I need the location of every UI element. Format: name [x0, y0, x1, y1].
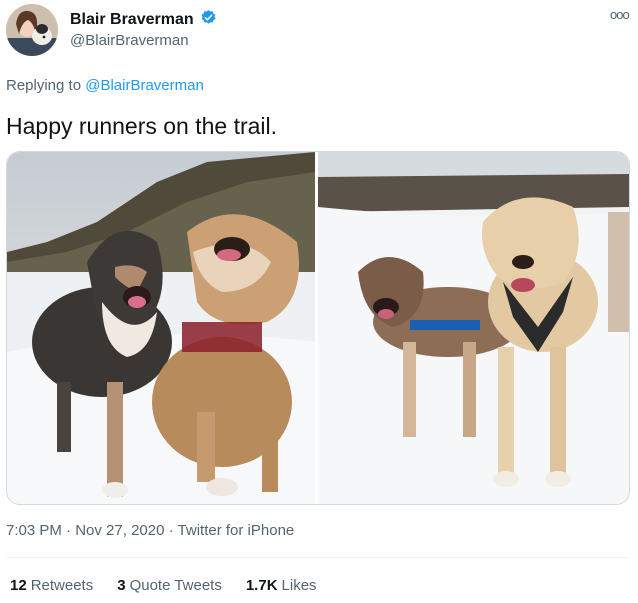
- likes-stat[interactable]: 1.7K Likes: [246, 577, 317, 594]
- likes-label: Likes: [281, 577, 317, 594]
- retweets-label: Retweets: [30, 577, 94, 594]
- quote-tweets-stat[interactable]: 3 Quote Tweets: [117, 577, 222, 594]
- retweets-count: 12: [10, 577, 27, 594]
- likes-count: 1.7K: [245, 577, 278, 594]
- author-handle[interactable]: @BlairBraverman: [70, 32, 189, 49]
- replying-to: Replying to @BlairBraverman: [6, 77, 204, 94]
- verified-badge-icon: [200, 9, 217, 31]
- tweet-date[interactable]: Nov 27, 2020: [75, 522, 164, 539]
- tweet-meta: 7:03 PM · Nov 27, 2020 · Twitter for iPh…: [6, 522, 294, 539]
- photo-left[interactable]: [7, 152, 315, 504]
- tweet-media[interactable]: [6, 151, 630, 505]
- replying-to-link[interactable]: @BlairBraverman: [85, 77, 204, 94]
- photo-right[interactable]: [318, 152, 629, 504]
- author-display-name[interactable]: Blair Braverman: [70, 11, 194, 29]
- quote-tweets-label: Quote Tweets: [129, 577, 222, 594]
- tweet-text: Happy runners on the trail.: [6, 113, 278, 139]
- meta-separator: ·: [168, 522, 178, 539]
- quote-tweets-count: 3: [117, 577, 126, 594]
- author-name-row[interactable]: Blair Braverman: [70, 9, 217, 31]
- engagement-stats: 12 Retweets 3 Quote Tweets 1.7K Likes: [10, 577, 317, 594]
- more-options-icon[interactable]: ooo: [610, 7, 630, 22]
- tweet-time[interactable]: 7:03 PM: [6, 522, 62, 539]
- avatar[interactable]: [6, 4, 58, 56]
- meta-separator: ·: [66, 522, 76, 539]
- divider: [6, 557, 628, 558]
- replying-to-prefix: Replying to: [6, 77, 82, 94]
- retweets-stat[interactable]: 12 Retweets: [10, 577, 93, 594]
- tweet-source[interactable]: Twitter for iPhone: [178, 522, 295, 539]
